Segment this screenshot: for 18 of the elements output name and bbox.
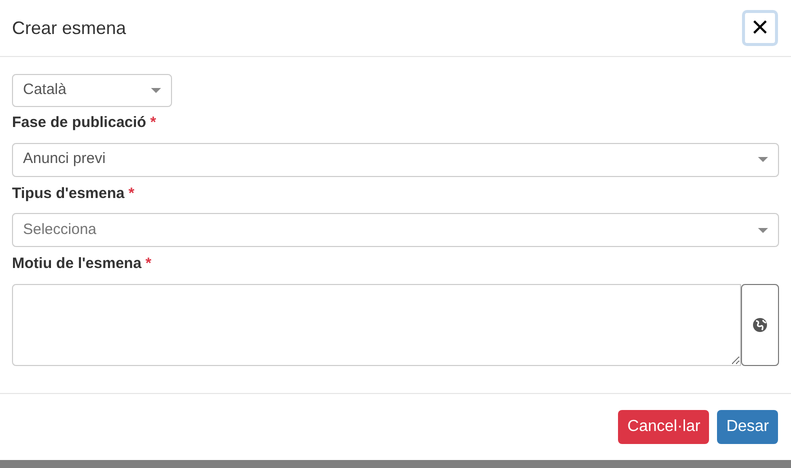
globe-icon <box>752 316 768 332</box>
required-asterisk: * <box>145 254 152 274</box>
required-asterisk: * <box>128 184 134 204</box>
caret-icon <box>151 88 161 93</box>
field-label: Tipus d'esmena <box>12 184 124 204</box>
select-field[interactable]: Selecciona <box>12 213 779 247</box>
language-button[interactable] <box>741 284 779 366</box>
field-label: Fase de publicació <box>12 113 146 133</box>
language-select[interactable]: Català <box>12 74 172 107</box>
cancel-button[interactable]: Cancel·lar <box>618 410 710 444</box>
caret-icon <box>758 228 768 232</box>
select-field[interactable]: Anunci previ <box>12 142 779 176</box>
caret-icon <box>758 157 768 162</box>
required-asterisk: * <box>150 113 156 133</box>
save-button[interactable]: Desar <box>717 410 778 444</box>
field-label: Motiu de l'esmena <box>12 254 142 274</box>
dialog-title: Crear esmena <box>12 16 126 40</box>
close-button[interactable]: × <box>742 10 778 46</box>
